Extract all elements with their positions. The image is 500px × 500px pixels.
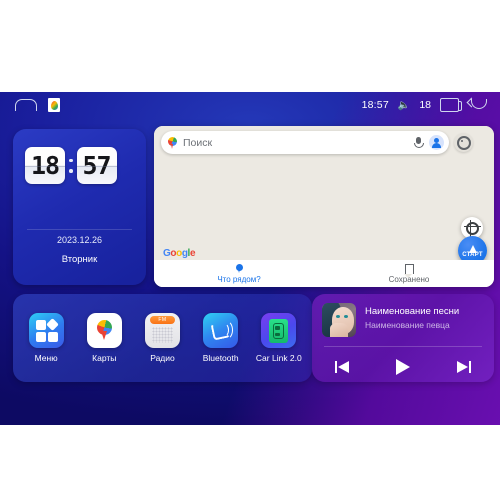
car-head-unit-home-screen: 18:57 🔈 18 18 57 2023.12.26 Вторник Поис… bbox=[0, 92, 500, 425]
clock-weekday: Вторник bbox=[61, 254, 98, 265]
play-button[interactable] bbox=[395, 359, 410, 375]
map-search-row: Поиск bbox=[154, 126, 494, 159]
map-settings-icon[interactable] bbox=[454, 133, 473, 152]
clock-date: 2023.12.26 bbox=[56, 235, 103, 245]
previous-track-button[interactable] bbox=[334, 360, 351, 374]
speaker-grille bbox=[151, 327, 173, 343]
fm-radio-icon: FM bbox=[144, 313, 180, 348]
tab-nearby-label: Что рядом? bbox=[217, 274, 261, 284]
music-divider bbox=[324, 346, 482, 347]
clock-hours-value: 18 bbox=[30, 151, 60, 180]
clock-minutes: 57 bbox=[76, 147, 117, 184]
dock-app-menu[interactable]: Меню bbox=[21, 313, 71, 363]
clock-divider bbox=[27, 229, 132, 230]
google-maps-pin-icon bbox=[168, 136, 177, 149]
location-pin-icon bbox=[235, 263, 243, 274]
google-logo-e: e bbox=[189, 248, 196, 259]
dock-app-maps-label: Карты bbox=[92, 353, 117, 363]
google-maps-icon[interactable] bbox=[48, 98, 60, 112]
car-link-icon bbox=[261, 313, 297, 348]
bookmark-icon bbox=[404, 263, 414, 278]
map-bottom-tabs: Что рядом? Сохранено bbox=[154, 260, 494, 287]
account-avatar-icon[interactable] bbox=[429, 135, 444, 150]
back-icon[interactable] bbox=[468, 99, 487, 111]
app-dock: Меню Карты FM Радио Bluetooth Car Link 2… bbox=[13, 294, 312, 382]
clock-hours: 18 bbox=[25, 147, 65, 184]
recent-apps-icon[interactable] bbox=[440, 98, 462, 112]
clock-widget[interactable]: 18 57 2023.12.26 Вторник bbox=[13, 129, 146, 285]
tab-nearby[interactable]: Что рядом? bbox=[154, 260, 324, 287]
track-title: Наименование песни bbox=[365, 306, 460, 317]
dock-app-bluetooth-label: Bluetooth bbox=[202, 353, 239, 363]
dock-app-radio[interactable]: FM Радио bbox=[137, 313, 187, 363]
status-bar-right: 18:57 🔈 18 bbox=[362, 98, 500, 112]
volume-level: 18 bbox=[419, 99, 431, 111]
apps-grid-icon bbox=[28, 313, 64, 348]
volume-icon[interactable]: 🔈 bbox=[398, 100, 410, 111]
status-bar: 18:57 🔈 18 bbox=[0, 92, 500, 118]
fm-badge: FM bbox=[149, 316, 175, 324]
dock-app-menu-label: Меню bbox=[34, 353, 58, 363]
music-controls bbox=[312, 354, 494, 380]
clock-colon bbox=[68, 158, 74, 173]
start-button-label: СТАРТ bbox=[462, 251, 483, 258]
tab-saved[interactable]: Сохранено bbox=[324, 260, 494, 287]
dock-app-carlink[interactable]: Car Link 2.0 bbox=[254, 313, 304, 363]
maps-widget[interactable]: Поиск Google СТАРТ Что рядом? Сохранено bbox=[154, 126, 494, 287]
home-icon[interactable] bbox=[15, 99, 37, 111]
bluetooth-phone-icon bbox=[203, 313, 239, 348]
clock-minutes-value: 57 bbox=[82, 151, 111, 180]
dock-app-carlink-label: Car Link 2.0 bbox=[255, 353, 302, 363]
dock-app-maps[interactable]: Карты bbox=[79, 313, 129, 363]
status-bar-left bbox=[0, 98, 60, 112]
album-art bbox=[322, 303, 356, 337]
search-placeholder: Поиск bbox=[183, 136, 213, 149]
dock-app-radio-label: Радио bbox=[150, 353, 175, 363]
status-time: 18:57 bbox=[361, 99, 389, 111]
microphone-icon[interactable] bbox=[414, 136, 424, 149]
google-maps-icon bbox=[86, 313, 122, 348]
track-artist: Наименование певца bbox=[365, 320, 450, 330]
search-input[interactable]: Поиск bbox=[161, 131, 449, 154]
flip-clock: 18 57 bbox=[25, 147, 117, 184]
music-widget[interactable]: Наименование песни Наименование певца bbox=[312, 294, 494, 382]
next-track-button[interactable] bbox=[455, 360, 472, 374]
google-logo: Google bbox=[163, 248, 196, 259]
dock-app-bluetooth[interactable]: Bluetooth bbox=[196, 313, 246, 363]
